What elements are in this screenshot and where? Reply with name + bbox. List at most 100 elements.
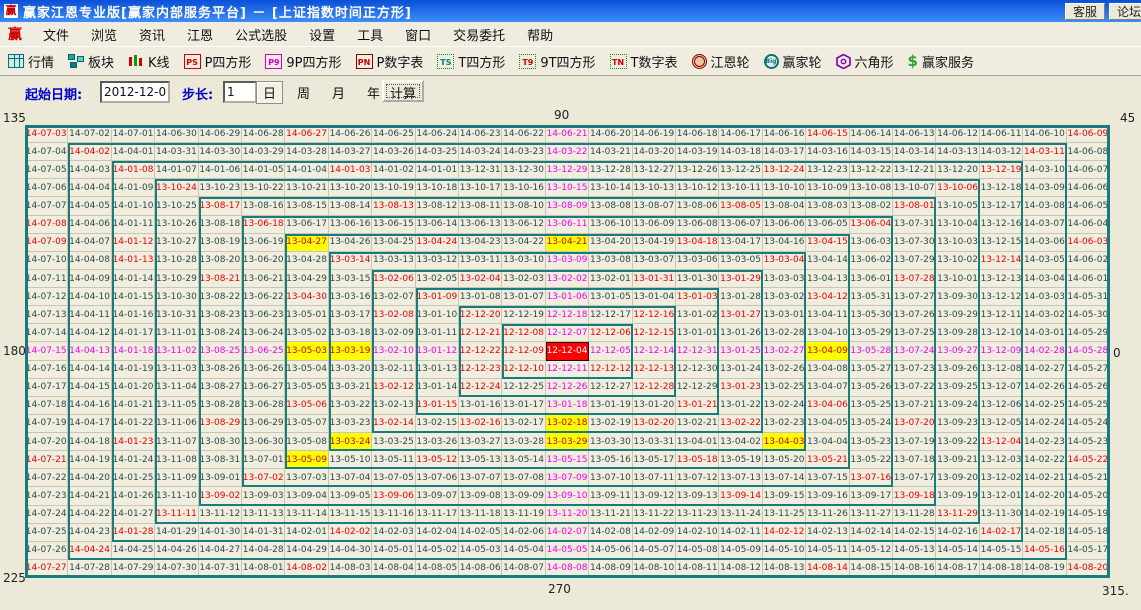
grid-cell[interactable]: 13-08-18 <box>199 216 242 234</box>
grid-cell[interactable]: 13-11-13 <box>242 506 285 524</box>
grid-cell[interactable]: 14-08-01 <box>242 560 285 578</box>
grid-cell[interactable]: 13-10-26 <box>155 216 198 234</box>
grid-cell[interactable]: 13-07-07 <box>459 469 502 487</box>
grid-cell[interactable]: 13-09-07 <box>416 487 459 505</box>
grid-cell[interactable]: 14-03-27 <box>329 143 372 161</box>
grid-cell[interactable]: 14-04-01 <box>112 143 155 161</box>
grid-cell[interactable]: 13-06-04 <box>850 216 893 234</box>
grid-cell[interactable]: 13-09-22 <box>936 433 979 451</box>
grid-cell[interactable]: 13-05-12 <box>416 451 459 469</box>
grid-cell[interactable]: 12-12-26 <box>546 379 589 397</box>
grid-cell[interactable]: 14-02-14 <box>850 524 893 542</box>
grid-cell[interactable]: 13-08-16 <box>242 197 285 215</box>
grid-cell[interactable]: 14-06-23 <box>459 125 502 143</box>
grid-cell[interactable]: 14-02-04 <box>416 524 459 542</box>
grid-cell[interactable]: 14-02-13 <box>806 524 849 542</box>
grid-cell[interactable]: 13-08-26 <box>199 361 242 379</box>
grid-cell[interactable]: 13-12-12 <box>980 288 1023 306</box>
grid-cell[interactable]: 13-07-30 <box>893 234 936 252</box>
grid-cell[interactable]: 14-07-01 <box>112 125 155 143</box>
grid-cell[interactable]: 13-07-03 <box>285 469 328 487</box>
grid-cell[interactable]: 13-09-27 <box>936 342 979 360</box>
grid-cell[interactable]: 13-11-06 <box>155 415 198 433</box>
grid-cell[interactable]: 14-06-17 <box>719 125 762 143</box>
grid-cell[interactable]: 13-06-09 <box>633 216 676 234</box>
grid-cell[interactable]: 13-03-11 <box>459 252 502 270</box>
grid-cell[interactable]: 13-12-13 <box>980 270 1023 288</box>
grid-cell[interactable]: 13-03-30 <box>589 433 632 451</box>
grid-cell[interactable]: 14-07-16 <box>25 361 68 379</box>
grid-cell[interactable]: 13-06-12 <box>502 216 545 234</box>
grid-cell[interactable]: 12-12-22 <box>459 342 502 360</box>
grid-cell[interactable]: 14-01-21 <box>112 397 155 415</box>
grid-cell[interactable]: 14-06-11 <box>980 125 1023 143</box>
grid-cell[interactable]: 13-03-05 <box>719 252 762 270</box>
grid-cell[interactable]: 13-09-18 <box>893 487 936 505</box>
grid-cell[interactable]: 13-01-10 <box>416 306 459 324</box>
grid-cell[interactable]: 14-04-07 <box>68 234 111 252</box>
grid-cell[interactable]: 13-04-17 <box>719 234 762 252</box>
grid-cell[interactable]: 14-07-26 <box>25 542 68 560</box>
grid-cell[interactable]: 12-12-25 <box>502 379 545 397</box>
toolbar-item-P四方形[interactable]: PSP四方形 <box>184 52 252 71</box>
grid-cell[interactable]: 14-07-22 <box>25 469 68 487</box>
grid-cell[interactable]: 14-03-28 <box>285 143 328 161</box>
grid-cell[interactable]: 13-03-22 <box>329 397 372 415</box>
grid-cell[interactable]: 13-01-04 <box>633 288 676 306</box>
grid-cell[interactable]: 14-08-18 <box>980 560 1023 578</box>
grid-cell[interactable]: 13-03-19 <box>329 342 372 360</box>
grid-cell[interactable]: 13-10-09 <box>806 179 849 197</box>
grid-cell[interactable]: 14-03-04 <box>1023 270 1066 288</box>
grid-cell[interactable]: 13-09-20 <box>936 469 979 487</box>
grid-cell[interactable]: 14-07-18 <box>25 397 68 415</box>
grid-cell[interactable]: 13-11-26 <box>806 506 849 524</box>
grid-cell[interactable]: 13-04-28 <box>285 252 328 270</box>
grid-cell[interactable]: 14-06-09 <box>1067 125 1110 143</box>
grid-cell[interactable]: 14-03-05 <box>1023 252 1066 270</box>
grid-cell[interactable]: 13-03-23 <box>329 415 372 433</box>
grid-cell[interactable]: 13-07-28 <box>893 270 936 288</box>
grid-cell[interactable]: 14-03-25 <box>416 143 459 161</box>
grid-cell[interactable]: 13-10-29 <box>155 270 198 288</box>
menu-item-3[interactable]: 资讯 <box>128 23 176 46</box>
grid-cell[interactable]: 14-03-29 <box>242 143 285 161</box>
grid-cell[interactable]: 14-07-07 <box>25 197 68 215</box>
grid-cell[interactable]: 14-02-10 <box>676 524 719 542</box>
grid-cell[interactable]: 13-11-25 <box>763 506 806 524</box>
grid-cell[interactable]: 13-08-30 <box>199 433 242 451</box>
grid-cell[interactable]: 13-11-19 <box>502 506 545 524</box>
grid-cell[interactable]: 14-02-21 <box>1023 469 1066 487</box>
grid-cell[interactable]: 13-08-03 <box>806 197 849 215</box>
grid-cell[interactable]: 13-06-02 <box>850 252 893 270</box>
grid-cell[interactable]: 13-02-16 <box>459 415 502 433</box>
customer-service-button[interactable]: 客服 <box>1065 3 1105 20</box>
grid-cell[interactable]: 14-03-07 <box>1023 216 1066 234</box>
grid-cell[interactable]: 14-08-03 <box>329 560 372 578</box>
grid-cell[interactable]: 13-09-01 <box>199 469 242 487</box>
period-option-month[interactable]: 月 <box>332 83 345 102</box>
grid-cell[interactable]: 13-08-11 <box>459 197 502 215</box>
grid-cell[interactable]: 14-04-19 <box>68 451 111 469</box>
grid-cell[interactable]: 12-12-12 <box>589 361 632 379</box>
grid-cell[interactable]: 13-08-15 <box>285 197 328 215</box>
grid-cell[interactable]: 12-12-29 <box>676 379 719 397</box>
grid-cell[interactable]: 13-10-02 <box>936 252 979 270</box>
grid-cell[interactable]: 13-08-24 <box>199 324 242 342</box>
grid-cell[interactable]: 14-01-31 <box>242 524 285 542</box>
grid-cell[interactable]: 13-06-15 <box>372 216 415 234</box>
grid-cell[interactable]: 12-12-17 <box>589 306 632 324</box>
grid-cell[interactable]: 14-01-26 <box>112 487 155 505</box>
grid-cell[interactable]: 13-07-16 <box>850 469 893 487</box>
grid-cell[interactable]: 13-05-19 <box>719 451 762 469</box>
grid-cell[interactable]: 13-10-14 <box>589 179 632 197</box>
grid-cell[interactable]: 14-04-17 <box>68 415 111 433</box>
grid-cell[interactable]: 14-03-17 <box>763 143 806 161</box>
grid-cell[interactable]: 14-01-30 <box>199 524 242 542</box>
grid-cell[interactable]: 14-02-02 <box>329 524 372 542</box>
grid-cell[interactable]: 13-01-12 <box>416 342 459 360</box>
grid-cell[interactable]: 13-06-25 <box>242 342 285 360</box>
grid-cell[interactable]: 14-04-08 <box>68 252 111 270</box>
grid-cell[interactable]: 13-06-10 <box>589 216 632 234</box>
grid-cell[interactable]: 14-01-15 <box>112 288 155 306</box>
grid-cell[interactable]: 13-12-18 <box>980 179 1023 197</box>
